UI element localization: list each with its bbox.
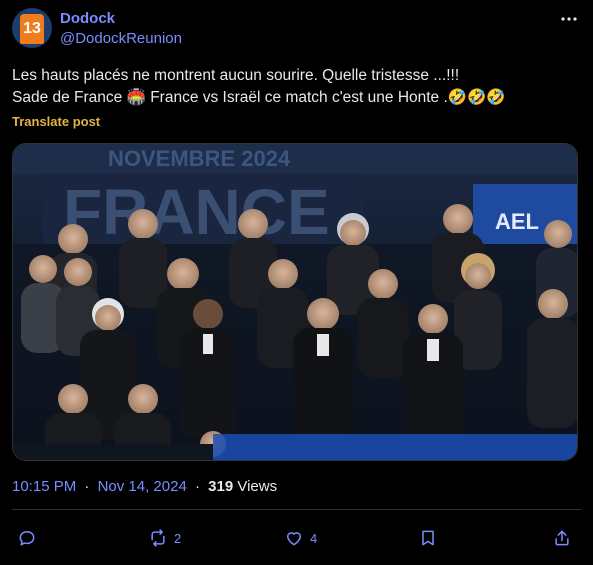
- views-label: Views: [237, 478, 278, 495]
- stadium-photo-illustration: NOVEMBRE 2024 FRANCE AEL: [13, 144, 577, 460]
- reply-button[interactable]: [17, 522, 43, 554]
- post-card: 13 Dodock @DodockReunion Les hauts placé…: [0, 0, 593, 565]
- post-text-line-2: Sade de France 🏟️ France vs Israël ce ma…: [12, 89, 506, 106]
- heart-icon: [287, 532, 301, 546]
- post-text: Les hauts placés ne montrent aucun souri…: [12, 65, 572, 109]
- photo-banner-date: NOVEMBRE 2024: [108, 146, 291, 171]
- bookmark-button[interactable]: [418, 522, 438, 554]
- action-bar: 2 4: [0, 522, 593, 554]
- bookmark-icon: [422, 530, 434, 546]
- divider: [12, 509, 581, 510]
- photo-banner-right: AEL: [495, 209, 539, 234]
- like-count: 4: [310, 530, 318, 546]
- post-text-line-1: Les hauts placés ne montrent aucun souri…: [12, 67, 460, 84]
- views-count: 319: [208, 478, 234, 495]
- post-photo[interactable]: NOVEMBRE 2024 FRANCE AEL: [12, 143, 578, 461]
- meta-separator: ·: [84, 478, 90, 495]
- author-display-name[interactable]: Dodock: [60, 10, 115, 27]
- post-time[interactable]: 10:15 PM: [12, 478, 76, 495]
- author-handle[interactable]: @DodockReunion: [60, 30, 182, 47]
- post-meta: 10:15 PM · Nov 14, 2024 · 319 Views: [12, 478, 277, 495]
- repost-button[interactable]: 2: [148, 522, 181, 554]
- post-date[interactable]: Nov 14, 2024: [98, 478, 187, 495]
- repost-count: 2: [174, 530, 182, 546]
- like-button[interactable]: 4: [284, 522, 317, 554]
- meta-separator-2: ·: [194, 478, 200, 495]
- avatar[interactable]: 13: [12, 8, 52, 48]
- share-icon: [555, 530, 569, 546]
- translate-post-link[interactable]: Translate post: [12, 114, 100, 129]
- repost-icon: [151, 529, 165, 547]
- more-options-icon[interactable]: [559, 9, 579, 29]
- avatar-jersey-number: 13: [20, 14, 44, 44]
- share-button[interactable]: [552, 522, 572, 554]
- photo-banner-text: FRANCE: [63, 176, 330, 248]
- reply-icon: [19, 531, 35, 546]
